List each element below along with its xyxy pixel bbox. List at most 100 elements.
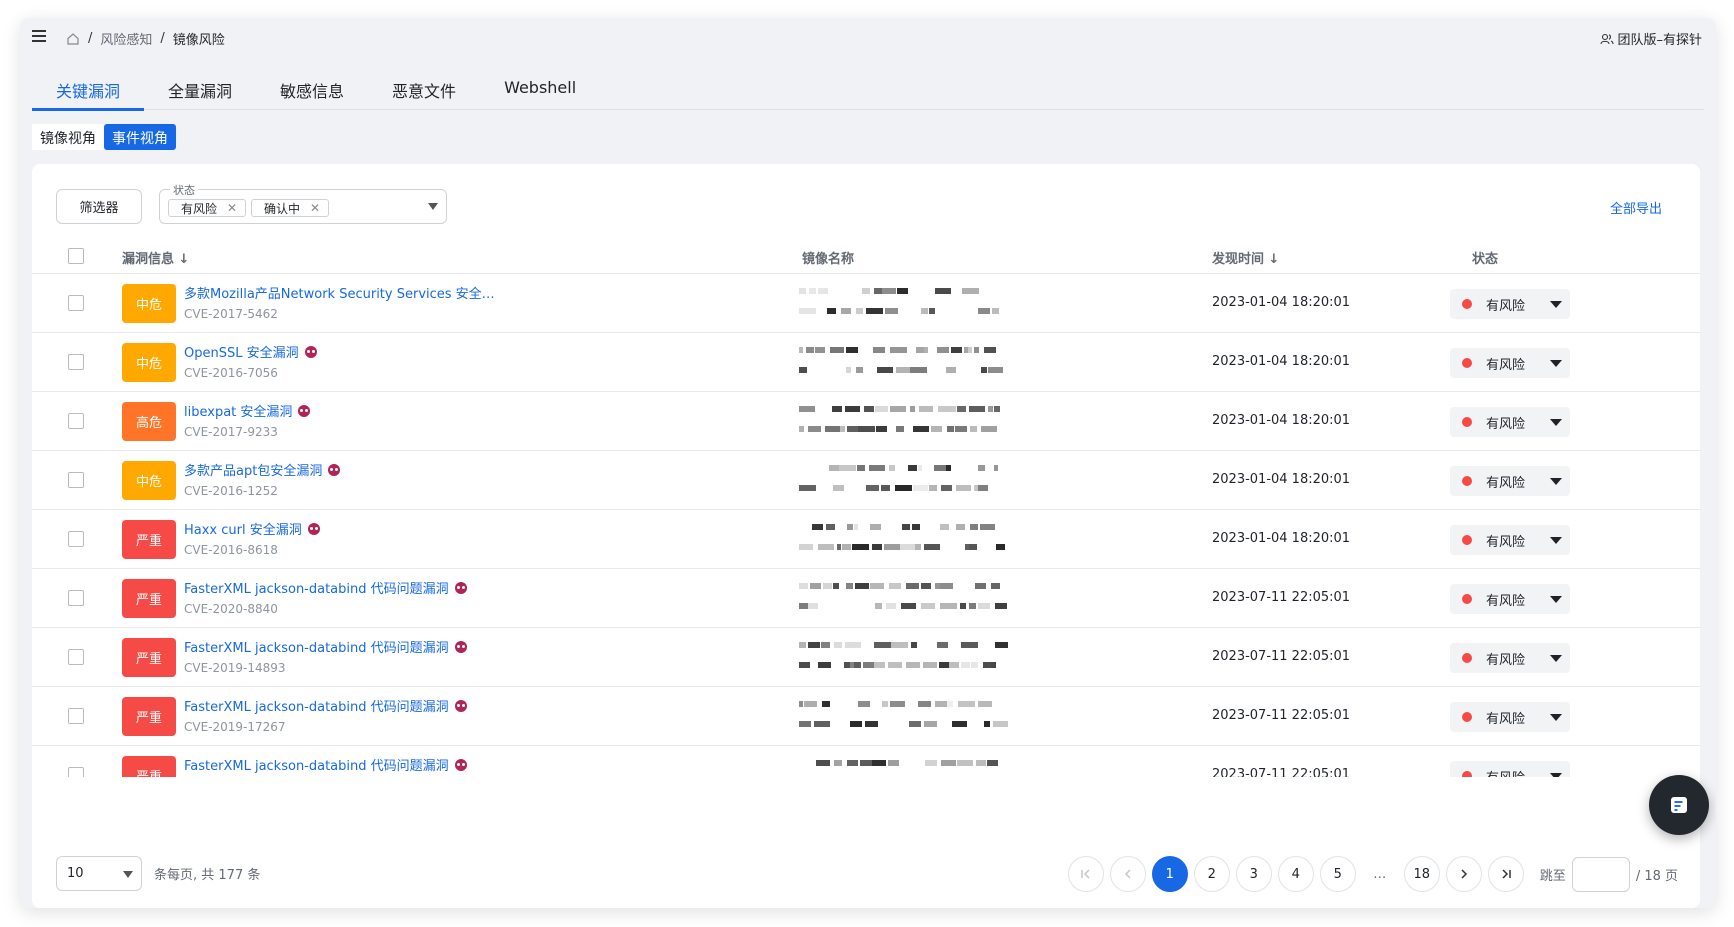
col-found-time[interactable]: 发现时间 ↓ <box>1212 248 1279 267</box>
export-all-link[interactable]: 全部导出 <box>1610 198 1662 217</box>
found-time: 2023-01-04 18:20:01 <box>1212 354 1351 369</box>
pagination: 1 2 3 4 5 … 18 跳至 / 18 页 <box>1067 856 1678 892</box>
tab-webshell[interactable]: Webshell <box>480 64 600 110</box>
table-header: 漏洞信息 ↓ 镜像名称 发现时间 ↓ 状态 <box>32 240 1700 274</box>
status-dot-icon <box>1462 771 1472 777</box>
page-size-select[interactable]: 10 <box>56 856 142 891</box>
found-time: 2023-07-11 22:05:01 <box>1212 708 1351 723</box>
table-row[interactable]: 严重FasterXML jackson-databind 代码问题漏洞CVE-2… <box>32 628 1700 687</box>
close-icon[interactable]: ✕ <box>227 201 237 215</box>
table-row[interactable]: 严重FasterXML jackson-databind 代码问题漏洞CVE-2… <box>32 569 1700 628</box>
tab-malicious-files[interactable]: 恶意文件 <box>368 64 480 110</box>
table-row[interactable]: 高危 libexpat 安全漏洞 CVE-2017-9233 2023-01-04 1… <box>32 392 1700 451</box>
status-dropdown[interactable]: 有风险 <box>1450 584 1570 614</box>
status-dropdown[interactable]: 有风险 <box>1450 407 1570 437</box>
vuln-name-link[interactable]: FasterXML jackson-databind 代码问题漏洞 <box>184 755 467 774</box>
status-dropdown[interactable]: 有风险 <box>1450 289 1570 319</box>
home-icon[interactable] <box>66 32 80 46</box>
cve-id: CVE-2017-5462 <box>184 307 278 321</box>
chevron-right-icon <box>1461 869 1467 879</box>
team-indicator[interactable]: 团队版–有探针 <box>1600 29 1702 48</box>
image-name-redacted <box>799 642 1008 668</box>
breadcrumb-image-risk: 镜像风险 <box>172 33 225 48</box>
severity-badge: 严重 <box>122 697 176 736</box>
app-window: / 风险感知 / 镜像风险 团队版–有探针 关键漏洞 全量漏洞 敏感信息 恶意文… <box>20 18 1716 908</box>
row-checkbox[interactable] <box>68 472 84 488</box>
vuln-name-link[interactable]: 多款产品apt包安全漏洞 <box>184 460 341 479</box>
page-button-1[interactable]: 1 <box>1151 856 1188 892</box>
vuln-name-link[interactable]: FasterXML jackson-databind 代码问题漏洞 <box>184 637 467 656</box>
cve-id: CVE-2016-1252 <box>184 484 278 498</box>
severity-badge: 严重 <box>122 520 176 559</box>
caret-down-icon <box>1550 419 1562 426</box>
status-dropdown[interactable]: 有风险 <box>1450 348 1570 378</box>
main-card: 筛选器 状态 有风险 ✕ 确认中 ✕ 全部导出 漏洞信息 ↓ 镜像名称 发现时间… <box>32 164 1700 908</box>
last-page-button[interactable] <box>1487 856 1524 892</box>
page-size-area: 10 条每页, 共 177 条 <box>56 856 260 891</box>
vuln-name-link[interactable]: OpenSSL 安全漏洞 <box>184 342 317 361</box>
status-dropdown[interactable]: 有风险 <box>1450 702 1570 732</box>
row-checkbox[interactable] <box>68 708 84 724</box>
status-filter-select[interactable]: 状态 有风险 ✕ 确认中 ✕ <box>159 182 447 224</box>
table-row[interactable]: 严重FasterXML jackson-databind 代码问题漏洞CVE-2… <box>32 746 1700 777</box>
row-checkbox[interactable] <box>68 767 84 777</box>
table-row[interactable]: 严重FasterXML jackson-databind 代码问题漏洞CVE-2… <box>32 687 1700 746</box>
status-chip-confirming: 确认中 ✕ <box>251 199 330 217</box>
col-status: 状态 <box>1472 252 1499 267</box>
goto-page-input[interactable] <box>1571 856 1630 892</box>
breadcrumb-risk-perception[interactable]: 风险感知 <box>100 29 152 48</box>
page-button-5[interactable]: 5 <box>1319 856 1356 892</box>
caret-down-icon <box>1550 596 1562 603</box>
status-dropdown[interactable]: 有风险 <box>1450 643 1570 673</box>
tab-all-vulns[interactable]: 全量漏洞 <box>144 64 256 110</box>
table-row[interactable]: 中危 多款产品apt包安全漏洞 CVE-2016-1252 2023-01-04 18… <box>32 451 1700 510</box>
caret-down-icon <box>1550 773 1562 777</box>
table-row[interactable]: 中危 OpenSSL 安全漏洞 CVE-2016-7056 2023-01-04 18… <box>32 333 1700 392</box>
exploit-skull-icon <box>298 404 311 417</box>
table-row[interactable]: 中危 多款Mozilla产品Network Security Services 安… <box>32 274 1700 333</box>
row-checkbox[interactable] <box>68 354 84 370</box>
page-button-4[interactable]: 4 <box>1277 856 1314 892</box>
row-checkbox[interactable] <box>68 531 84 547</box>
status-filter-label: 状态 <box>170 182 198 198</box>
status-dropdown[interactable]: 有风险 <box>1450 466 1570 496</box>
chip-label: 确认中 <box>264 201 301 216</box>
status-dropdown[interactable]: 有风险 <box>1450 761 1570 777</box>
chevron-down-icon[interactable] <box>428 203 438 210</box>
page-button-3[interactable]: 3 <box>1235 856 1272 892</box>
status-dot-icon <box>1462 535 1472 545</box>
image-name-redacted <box>799 524 1005 550</box>
view-event-perspective[interactable]: 事件视角 <box>104 124 176 150</box>
prev-page-button[interactable] <box>1109 856 1146 892</box>
vuln-name-link[interactable]: 多款Mozilla产品Network Security Services 安全… <box>184 283 495 302</box>
status-dropdown[interactable]: 有风险 <box>1450 525 1570 555</box>
hamburger-menu-icon[interactable] <box>32 30 46 42</box>
vuln-name-link[interactable]: Haxx curl 安全漏洞 <box>184 519 320 538</box>
found-time: 2023-01-04 18:20:01 <box>1212 472 1351 487</box>
vuln-name-link[interactable]: FasterXML jackson-databind 代码问题漏洞 <box>184 696 467 715</box>
total-pages: / 18 页 <box>1635 868 1678 884</box>
col-image-name: 镜像名称 <box>802 252 855 267</box>
first-page-button[interactable] <box>1067 856 1104 892</box>
select-all-checkbox[interactable] <box>68 248 84 264</box>
tab-key-vulns[interactable]: 关键漏洞 <box>32 64 145 111</box>
row-checkbox[interactable] <box>68 413 84 429</box>
filter-button[interactable]: 筛选器 <box>56 189 142 224</box>
row-checkbox[interactable] <box>68 590 84 606</box>
team-label: 团队版–有探针 <box>1617 33 1702 48</box>
row-checkbox[interactable] <box>68 649 84 665</box>
row-checkbox[interactable] <box>68 295 84 311</box>
vuln-name-link[interactable]: libexpat 安全漏洞 <box>184 401 311 420</box>
close-icon[interactable]: ✕ <box>310 201 320 215</box>
found-time: 2023-01-04 18:20:01 <box>1212 531 1351 546</box>
table-row[interactable]: 严重 Haxx curl 安全漏洞 CVE-2016-8618 2023-01-04 … <box>32 510 1700 569</box>
view-image-perspective[interactable]: 镜像视角 <box>32 124 104 150</box>
tab-sensitive-info[interactable]: 敏感信息 <box>256 64 368 110</box>
page-button-2[interactable]: 2 <box>1193 856 1230 892</box>
page-button-last[interactable]: 18 <box>1403 856 1440 892</box>
next-page-button[interactable] <box>1445 856 1482 892</box>
floating-doc-button[interactable] <box>1649 775 1709 835</box>
vuln-name-link[interactable]: FasterXML jackson-databind 代码问题漏洞 <box>184 578 467 597</box>
col-vuln-info[interactable]: 漏洞信息 ↓ <box>122 248 189 267</box>
sort-arrow-icon: ↓ <box>178 252 190 267</box>
